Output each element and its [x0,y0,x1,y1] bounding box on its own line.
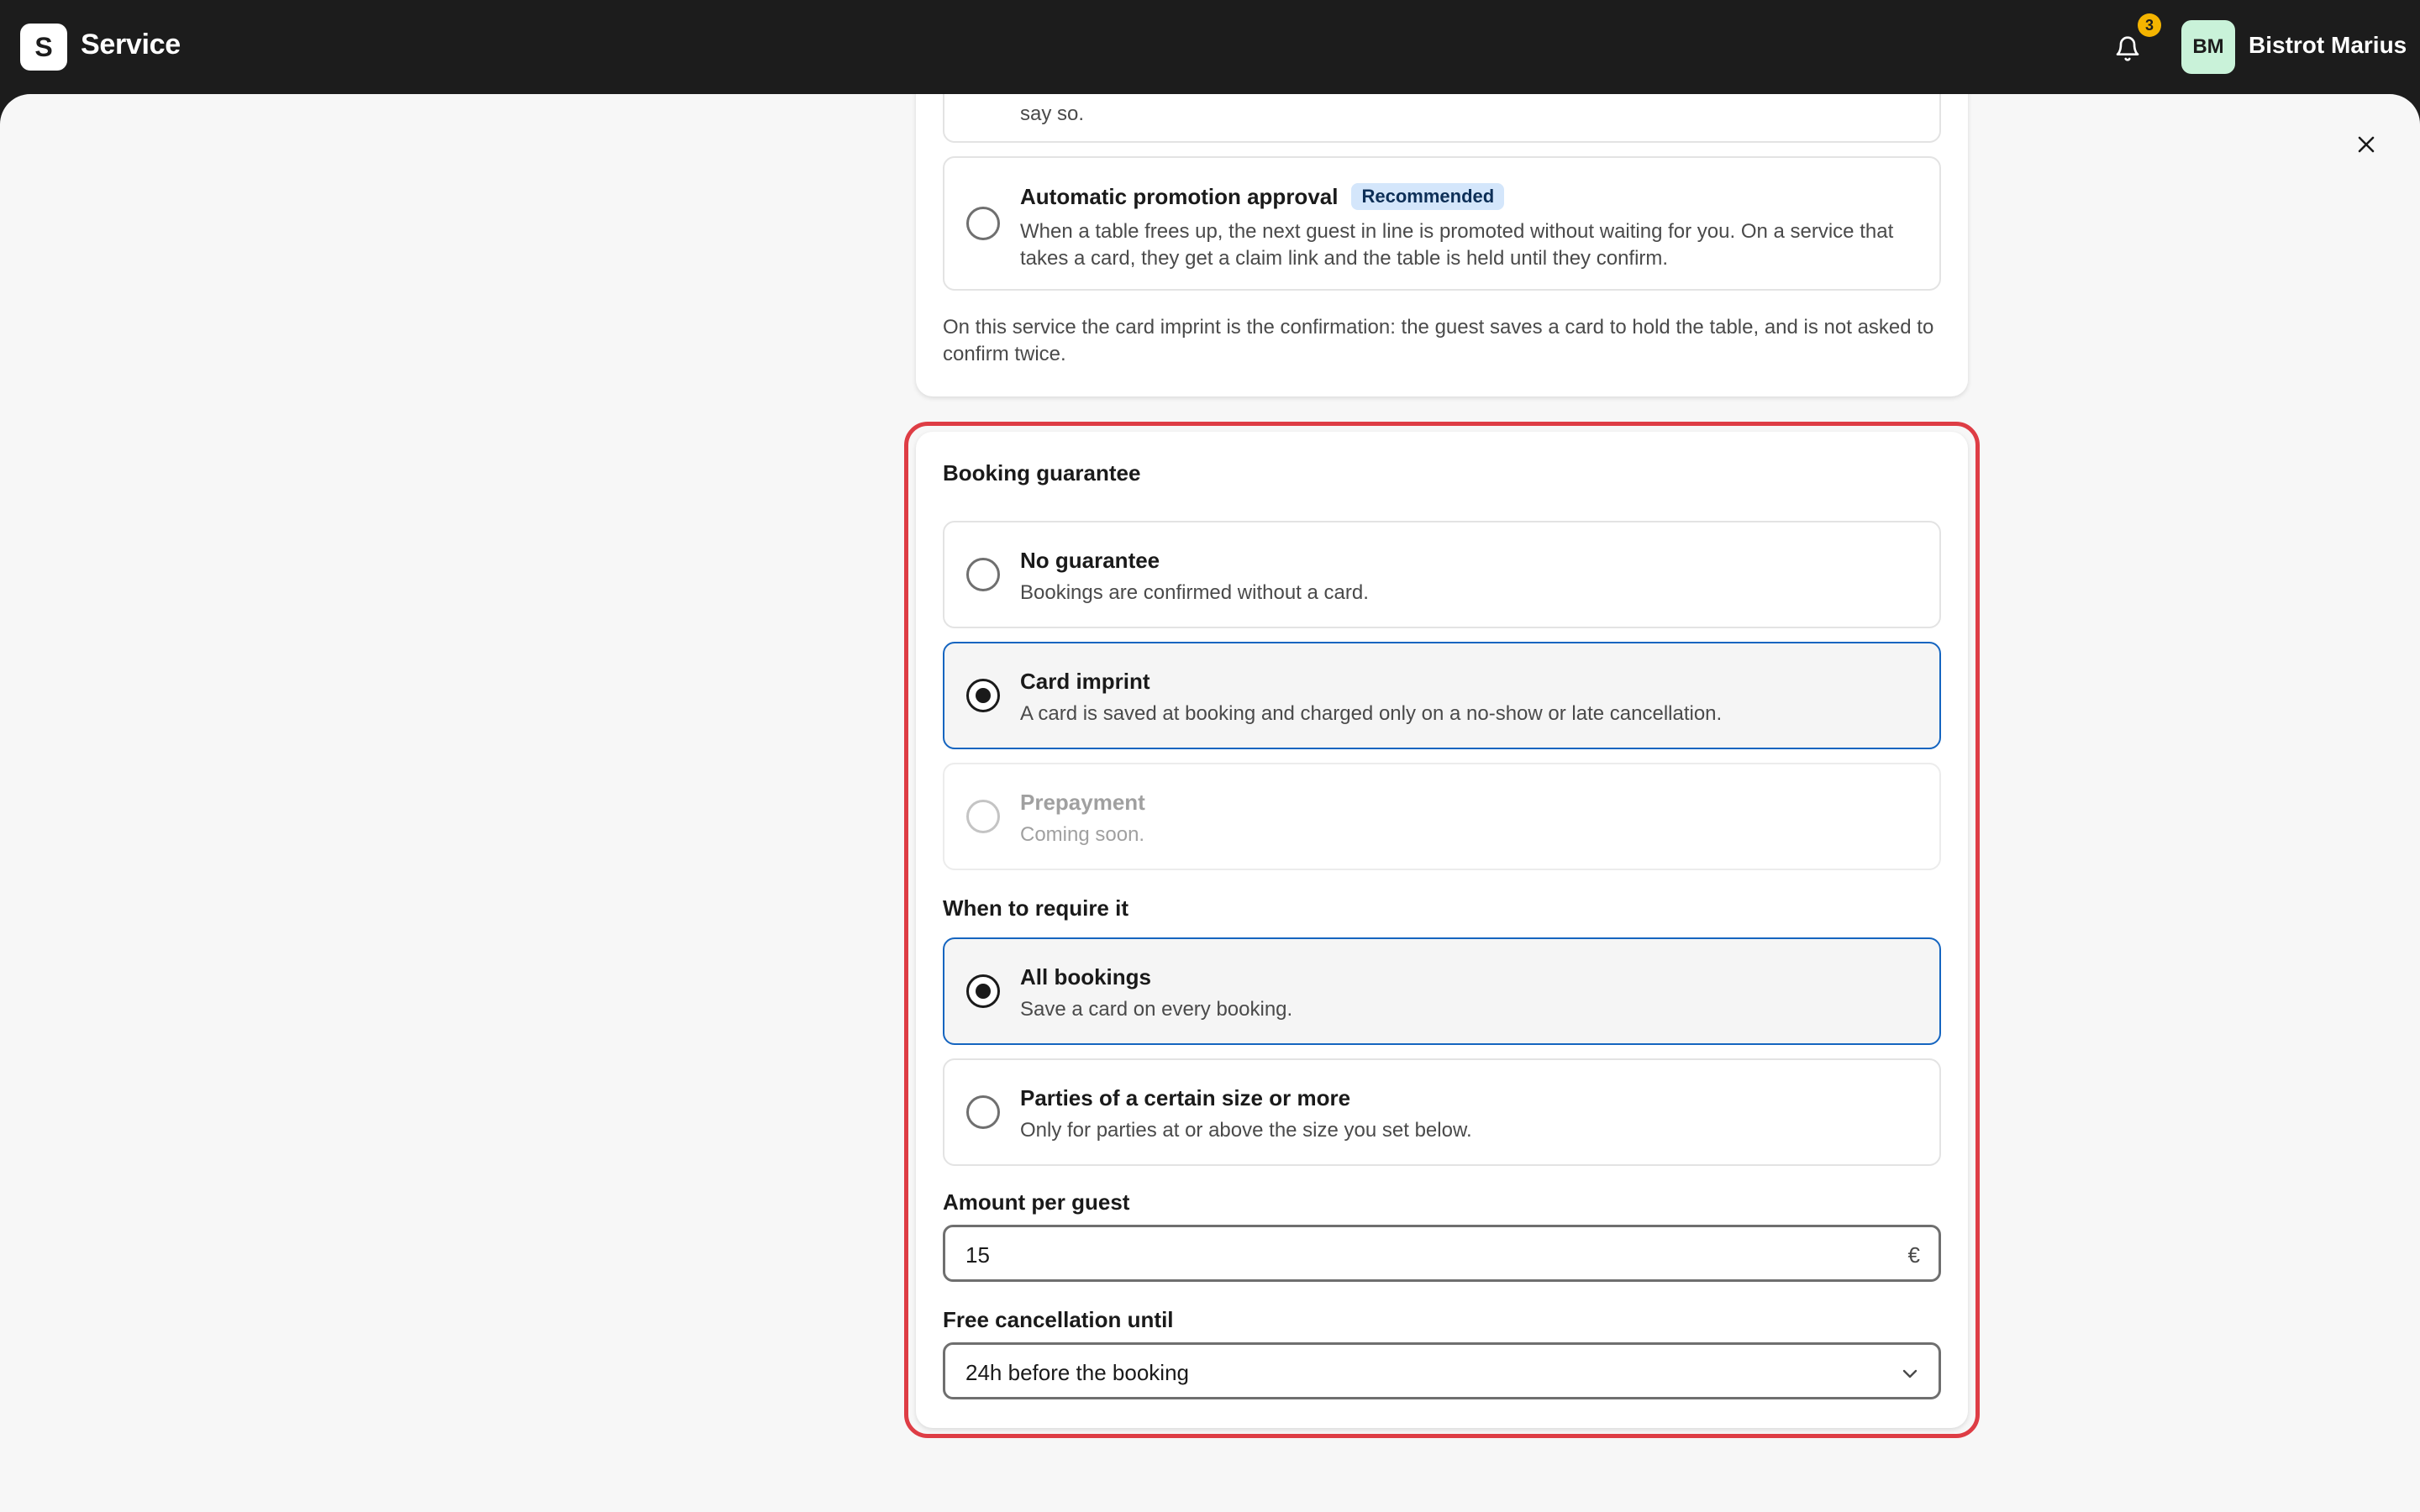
free-cancellation-value: 24h before the booking [965,1360,1189,1385]
when-to-require-heading: When to require it [943,895,1128,921]
guarantee-option-prepayment: Prepayment Coming soon. [943,763,1941,870]
guarantee-option-card-imprint[interactable]: Card imprint A card is saved at booking … [943,642,1941,749]
avatar[interactable]: BM [2181,20,2235,74]
chevron-down-icon [1902,1369,1918,1378]
require-all-bookings-desc: Save a card on every booking. [1020,998,1293,1021]
previous-option-desc: say so. [1020,102,1085,125]
require-party-size-title: Parties of a certain size or more [1020,1085,1351,1110]
booking-guarantee-heading: Booking guarantee [943,460,1141,486]
card-imprint-note-line1: On this service the card imprint is the … [943,316,1934,339]
guarantee-prepayment-desc: Coming soon. [1020,823,1145,846]
recommended-badge: Recommended [1351,183,1505,210]
free-cancellation-label: Free cancellation until [943,1307,1174,1332]
currency-suffix: € [1907,1242,1920,1268]
bell-icon [2116,36,2139,61]
account-name[interactable]: Bistrot Marius [2249,32,2407,59]
require-option-party-size[interactable]: Parties of a certain size or more Only f… [943,1058,1941,1166]
booking-guarantee-card: Booking guarantee No guarantee Bookings … [916,432,1968,1428]
auto-promotion-title-text: Automatic promotion approval [1020,184,1339,209]
require-party-size-desc: Only for parties at or above the size yo… [1020,1119,1472,1142]
guarantee-card-imprint-desc: A card is saved at booking and charged o… [1020,702,1723,725]
free-cancellation-select[interactable]: 24h before the booking [943,1342,1941,1399]
amount-per-guest-label: Amount per guest [943,1189,1130,1215]
top-bar: S Service 3 BM Bistrot Marius [0,0,2420,94]
amount-value: 15 [965,1242,990,1268]
auto-promotion-title: Automatic promotion approval Recommended [1020,183,1505,210]
notification-count-badge: 3 [2138,13,2161,37]
app-logo[interactable]: S [20,24,67,71]
guarantee-card-imprint-title: Card imprint [1020,669,1150,694]
guarantee-card-imprint-radio[interactable] [966,679,1000,712]
amount-per-guest-input[interactable]: 15 € [943,1225,1941,1282]
require-all-bookings-title: All bookings [1020,964,1151,990]
app-title: Service [81,29,181,60]
guarantee-option-none[interactable]: No guarantee Bookings are confirmed with… [943,521,1941,628]
auto-promotion-option[interactable]: Automatic promotion approval Recommended … [943,156,1941,291]
card-imprint-note-line2: confirm twice. [943,343,1066,365]
promotion-settings-card: say so. Automatic promotion approval Reco… [916,94,1968,396]
close-icon [2358,136,2375,153]
require-option-all-bookings[interactable]: All bookings Save a card on every bookin… [943,937,1941,1045]
auto-promotion-desc-line1: When a table frees up, the next guest in… [1020,220,1894,243]
guarantee-none-title: No guarantee [1020,548,1160,573]
auto-promotion-desc-line2: takes a card, they get a claim link and … [1020,247,1669,270]
close-button[interactable] [2349,128,2383,161]
auto-promotion-radio[interactable] [966,207,1000,240]
guarantee-prepayment-title: Prepayment [1020,790,1145,815]
require-party-size-radio[interactable] [966,1095,1000,1129]
require-all-bookings-radio[interactable] [966,974,1000,1008]
guarantee-prepayment-radio [966,800,1000,833]
guarantee-none-radio[interactable] [966,558,1000,591]
settings-sheet: say so. Automatic promotion approval Reco… [0,94,2420,1512]
guarantee-none-desc: Bookings are confirmed without a card. [1020,581,1369,604]
previous-option-card[interactable]: say so. [943,94,1941,143]
